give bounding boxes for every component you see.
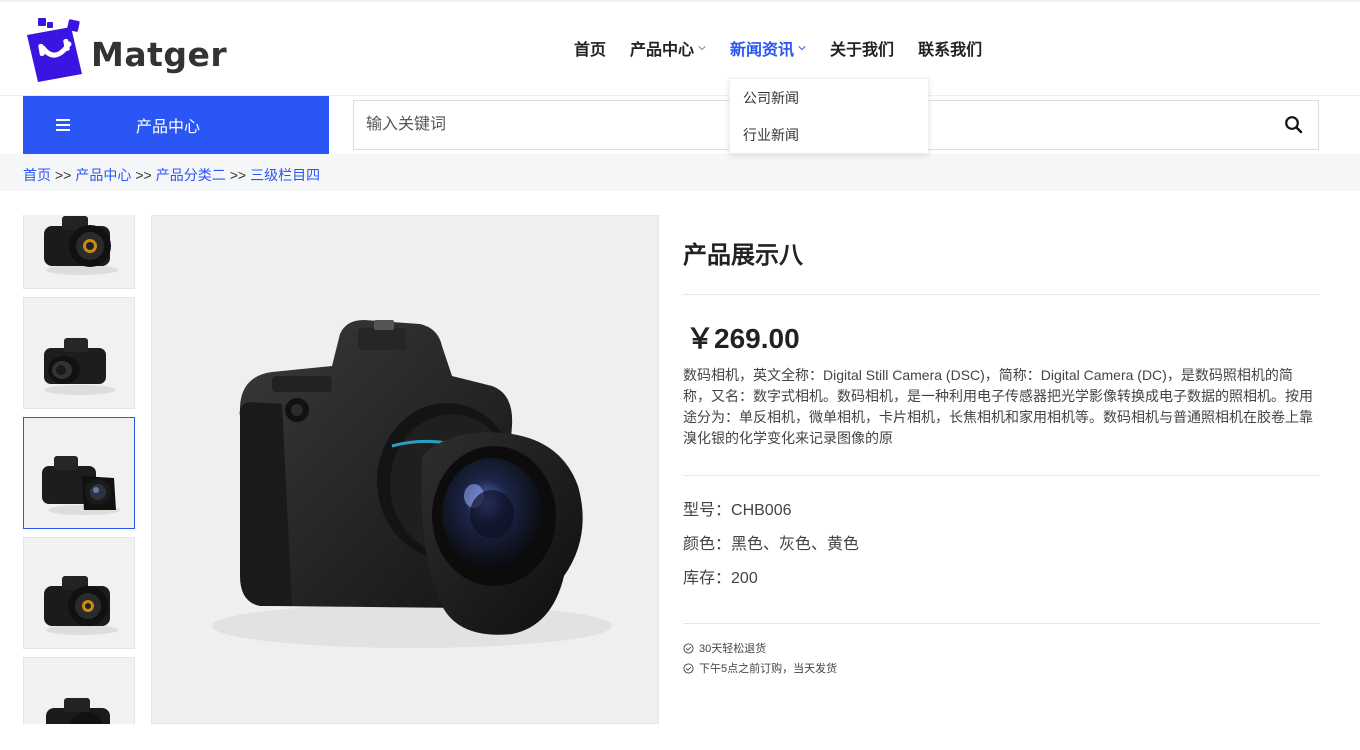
product-description: 数码相机，英文全称：Digital Still Camera (DSC)，简称：… [683, 367, 1313, 446]
spec-color: 颜色：黑色、灰色、黄色 [683, 528, 1320, 562]
logo[interactable]: Matger [25, 18, 227, 82]
thumbnail-1[interactable] [23, 215, 135, 289]
spec-stock: 库存：200 [683, 562, 1320, 596]
camera-thumbnail-image [42, 456, 120, 515]
search-icon[interactable] [1284, 115, 1304, 135]
news-dropdown-menu: 公司新闻 行业新闻 [729, 78, 929, 154]
perk-item: 30天轻松退货 [683, 638, 1320, 658]
nav-item-home[interactable]: 首页 [574, 36, 606, 60]
site-header: Matger 首页 产品中心 新闻资讯 关于我们 联系我们 [0, 2, 1360, 96]
product-main-image[interactable] [151, 215, 659, 724]
perk-item: 下午5点之前订购，当天发货 [683, 658, 1320, 678]
dropdown-item-company-news[interactable]: 公司新闻 [730, 87, 928, 124]
camera-thumbnail-image [44, 216, 118, 275]
nav-item-contact[interactable]: 联系我们 [918, 36, 982, 60]
nav-label: 产品中心 [630, 42, 695, 59]
spec-value: 黑色、灰色、黄色 [731, 536, 860, 553]
camera-product-image [212, 320, 612, 648]
brand-name: Matger [91, 34, 228, 74]
check-circle-icon [683, 662, 694, 674]
spec-label: 颜色： [683, 536, 732, 553]
check-circle-icon [683, 642, 694, 654]
chevron-down-icon [798, 46, 806, 51]
main-nav: 首页 产品中心 新闻资讯 关于我们 联系我们 [574, 36, 1006, 60]
thumbnail-list [23, 215, 135, 724]
spec-value: 200 [731, 570, 758, 587]
nav-label: 联系我们 [918, 42, 983, 59]
perk-list: 30天轻松退货 下午5点之前订购，当天发货 [683, 638, 1320, 678]
thumbnail-3[interactable] [23, 417, 135, 529]
product-info: 产品展示八 ￥269.00 数码相机，英文全称：Digital Still Ca… [683, 215, 1320, 678]
dropdown-item-industry-news[interactable]: 行业新闻 [730, 124, 928, 161]
breadcrumb-category[interactable]: 产品分类二 [156, 167, 226, 183]
perk-label: 下午5点之前订购，当天发货 [699, 663, 838, 675]
logo-icon [27, 18, 82, 82]
spec-model: 型号：CHB006 [683, 494, 1320, 528]
camera-thumbnail-image [46, 698, 110, 724]
breadcrumb-separator: >> [229, 167, 247, 183]
camera-thumbnail-image [44, 576, 118, 635]
nav-item-about[interactable]: 关于我们 [830, 36, 894, 60]
product-price: ￥269.00 [686, 323, 800, 354]
thumbnail-5[interactable] [23, 657, 135, 724]
divider [683, 475, 1320, 476]
category-label: 产品中心 [136, 119, 201, 136]
breadcrumb-separator: >> [55, 167, 72, 183]
breadcrumb-home[interactable]: 首页 [23, 167, 51, 183]
chevron-down-icon [698, 46, 706, 51]
breadcrumb-subcategory[interactable]: 三级栏目四 [250, 167, 320, 183]
perk-label: 30天轻松退货 [699, 643, 767, 655]
product-title: 产品展示八 [683, 241, 803, 269]
thumbnail-4[interactable] [23, 537, 135, 649]
nav-label: 关于我们 [830, 42, 895, 59]
spec-label: 库存： [683, 570, 732, 587]
breadcrumb: 首页 >> 产品中心 >> 产品分类二 >> 三级栏目四 [23, 165, 320, 185]
category-menu-button[interactable]: 产品中心 [23, 96, 329, 154]
spec-value: CHB006 [731, 502, 792, 519]
menu-icon [56, 119, 70, 131]
nav-item-news[interactable]: 新闻资讯 [730, 36, 806, 60]
camera-thumbnail-image [44, 338, 116, 395]
spec-list: 型号：CHB006 颜色：黑色、灰色、黄色 库存：200 [683, 494, 1320, 596]
spec-label: 型号： [683, 502, 732, 519]
breadcrumb-separator: >> [135, 167, 152, 183]
nav-label: 首页 [574, 42, 607, 59]
breadcrumb-bar: 首页 >> 产品中心 >> 产品分类二 >> 三级栏目四 [0, 154, 1360, 191]
breadcrumb-products[interactable]: 产品中心 [75, 167, 131, 183]
nav-label: 新闻资讯 [730, 42, 795, 59]
divider [683, 623, 1320, 624]
divider [683, 294, 1320, 295]
thumbnail-2[interactable] [23, 297, 135, 409]
nav-item-products[interactable]: 产品中心 [630, 36, 706, 60]
